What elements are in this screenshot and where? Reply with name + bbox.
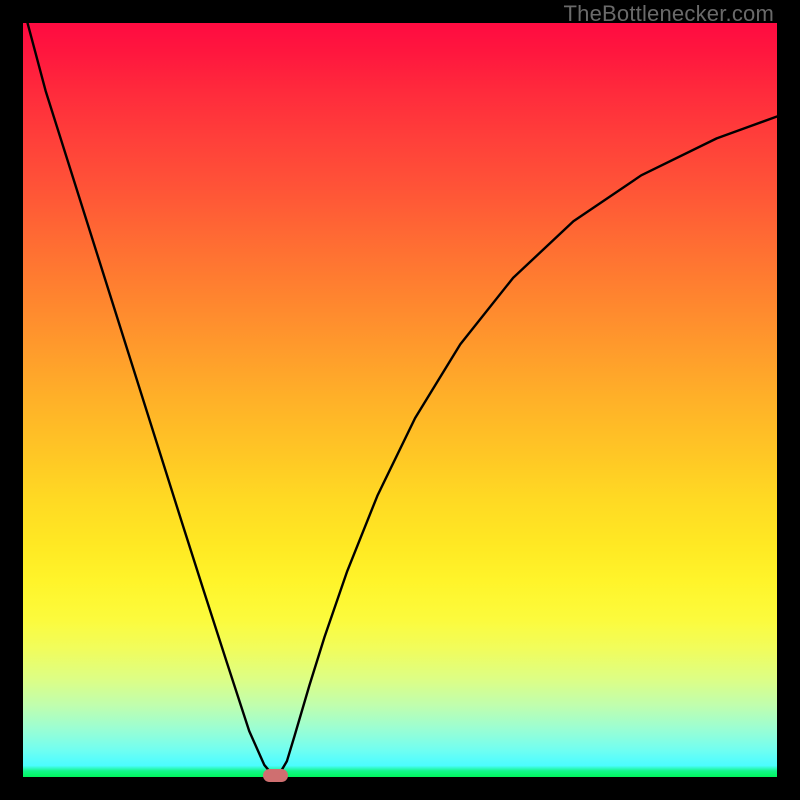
bottleneck-curve-path <box>28 23 777 775</box>
optimal-marker <box>263 769 288 782</box>
curve-layer <box>23 23 777 777</box>
plot-area <box>23 23 777 777</box>
chart-frame: TheBottlenecker.com <box>0 0 800 800</box>
